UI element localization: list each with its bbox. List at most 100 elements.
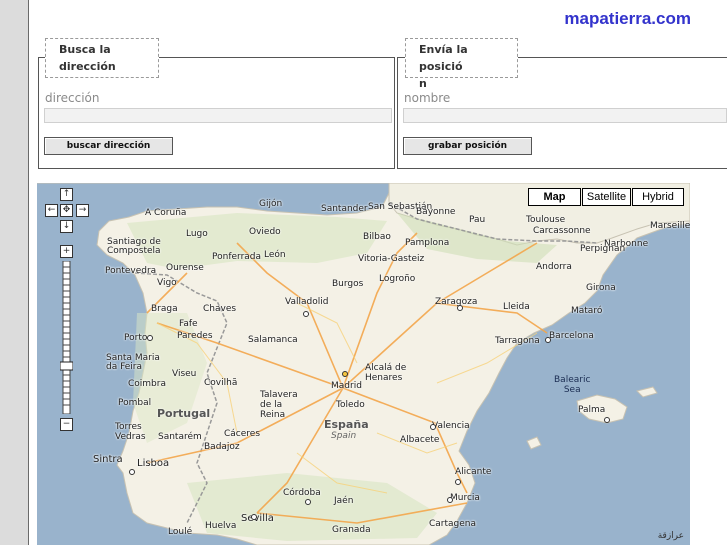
sea-label-balearic: Balearic Sea [554,375,590,395]
search-address-button[interactable]: buscar dirección [44,137,173,155]
city-label: Murcia [450,493,480,503]
address-legend-line1: Busca la [59,43,111,56]
city-label: Chaves [203,304,237,314]
city-label: Badajoz [204,442,240,452]
city-label: Gijón [259,199,283,209]
city-marker [430,424,436,430]
pan-down-button[interactable]: ↓ [60,220,73,233]
position-panel-legend: Envía la posició n [405,38,518,90]
city-marker [251,514,257,520]
zoom-out-button[interactable]: − [60,418,73,431]
city-label: A Coruña [145,208,187,218]
city-label: Pombal [118,398,152,408]
save-position-button[interactable]: grabar posición [403,137,532,155]
zoom-slider-track[interactable] [60,261,73,414]
city-label: Bayonne [416,207,456,217]
city-label: Toledo [336,400,365,410]
city-label: Santarém [158,432,202,442]
map-view[interactable]: ↑ ← ✥ → ↓ + − Map Satellite Hybrid Portu… [37,183,690,545]
city-marker [457,305,463,311]
city-marker [147,335,153,341]
city-label: Granada [332,525,371,535]
name-input[interactable] [403,108,727,123]
city-label: Valladolid [285,297,329,307]
map-type-hybrid-button[interactable]: Hybrid [632,188,684,206]
city-label: Vigo [157,278,177,288]
city-label: Andorra [536,262,572,272]
city-marker [545,337,551,343]
land-ibiza [526,436,542,450]
city-label: Ponferrada [212,252,262,262]
city-label: Alcalá de Henares [365,363,407,383]
city-label: Lleida [503,302,530,312]
city-label: Huelva [205,521,237,531]
pan-right-button[interactable]: → [76,204,89,217]
city-marker [342,371,348,377]
city-label: Oviedo [249,227,281,237]
city-label: Pontevedra [105,266,157,276]
zoom-slider-thumb [60,361,73,371]
city-label: Torres Vedras [115,422,146,442]
city-marker [447,497,453,503]
city-label: Palma [578,405,606,415]
address-input[interactable] [44,108,392,123]
zoom-in-button[interactable]: + [60,245,73,258]
city-label: Logroño [379,274,416,284]
city-label: Braga [151,304,178,314]
city-label: Córdoba [283,488,321,498]
land-menorca [636,386,658,398]
city-marker [129,469,135,475]
map-copyright: عرازقة [657,531,684,541]
city-label: Alicante [455,467,492,477]
sea-label-line2: Sea [563,385,581,395]
city-label: Cartagena [429,519,477,529]
city-label: Coimbra [128,379,166,389]
city-label: Carcassonne [533,226,591,236]
city-label: Sintra [93,454,123,465]
city-marker [604,417,610,423]
pan-up-button[interactable]: ↑ [60,188,73,201]
country-label-espana: España [324,418,369,431]
city-label: Salamanca [248,335,298,345]
position-legend-line2: n [419,77,427,90]
sea-label-line1: Balearic [554,375,591,385]
city-label: León [264,250,286,260]
city-label: Santander [321,204,368,214]
city-label: Perpignan [580,244,626,254]
city-label: Talavera de la Reina [260,390,298,420]
address-legend-line2: dirección [59,60,116,73]
city-marker [303,311,309,317]
city-label: Valencia [432,421,470,431]
city-label: Pau [469,215,486,225]
city-label: Zaragoza [435,297,478,307]
city-label: Sevilla [241,513,274,524]
city-label: Cáceres [224,429,261,439]
address-panel-legend: Busca la dirección [45,38,159,78]
city-label: Porto [124,333,148,343]
country-label-portugal: Portugal [157,407,211,420]
pan-center-button[interactable]: ✥ [60,204,73,217]
city-label: Madrid [331,381,362,391]
city-label: Bilbao [363,232,391,242]
city-label: Viseu [172,369,197,379]
city-label: Fafe [179,319,198,329]
position-legend-line1: Envía la posició [419,43,468,73]
city-label: Loulé [168,527,193,537]
address-field-label: dirección [45,91,100,105]
map-type-satellite-button[interactable]: Satellite [582,188,631,206]
city-label: Toulouse [526,215,566,225]
city-marker [455,479,461,485]
country-sub-spain: Spain [331,431,357,441]
city-label: Ourense [166,263,204,273]
city-label: Albacete [400,435,440,445]
city-label: Pamplona [405,238,450,248]
site-brand[interactable]: mapatierra.com [564,9,691,29]
city-label: Vitoria-Gasteiz [358,254,425,264]
city-label: Lisboa [137,458,170,469]
map-type-map-button[interactable]: Map [528,188,581,206]
city-label: Mataró [571,306,603,316]
city-label: Paredes [177,331,213,341]
city-label: Girona [586,283,616,293]
city-label: Tarragona [495,336,540,346]
pan-left-button[interactable]: ← [45,204,58,217]
